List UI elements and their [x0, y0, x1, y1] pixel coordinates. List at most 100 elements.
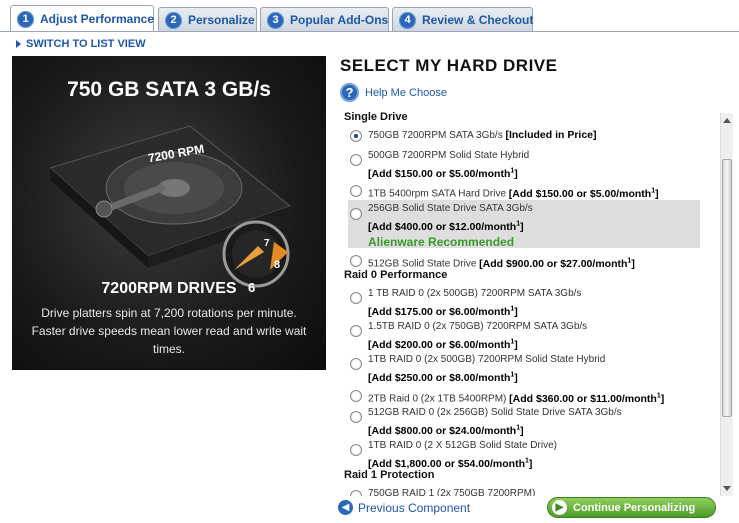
tab-adjust-performance[interactable]: 1 Adjust Performance	[10, 5, 154, 32]
radio-button-selected[interactable]	[350, 130, 362, 142]
price-text: [Add $1,800.00 or $54.00/month	[368, 457, 525, 470]
option-price: [Add $400.00 or $12.00/month1]	[368, 220, 524, 233]
option-name: 500GB 7200RPM Solid State Hybrid	[368, 150, 530, 161]
price-close: ]	[520, 424, 524, 437]
price-close: ]	[660, 392, 665, 405]
radio-button[interactable]	[350, 358, 362, 370]
option-label: 500GB 7200RPM Solid State Hybrid [Add $15…	[368, 148, 700, 182]
tab-divider	[0, 31, 739, 32]
price-text: [Add $250.00 or $8.00/month	[368, 371, 511, 384]
tab-review-checkout[interactable]: 4 Review & Checkout	[392, 7, 533, 32]
option-price: [Add $200.00 or $6.00/month1]	[368, 338, 518, 351]
scrollbar-thumb[interactable]	[722, 159, 732, 417]
step-number-badge: 3	[267, 11, 284, 29]
group-heading-raid-0: Raid 0 Performance	[344, 269, 448, 281]
step-number-badge: 2	[165, 11, 182, 29]
option-750gb-7200rpm[interactable]: 750GB 7200RPM SATA 3Gb/s [Included in Pr…	[348, 128, 700, 144]
price-text: [Add $200.00 or $6.00/month	[368, 338, 511, 351]
price-close: ]	[655, 187, 659, 200]
tab-label: Review & Checkout	[422, 13, 534, 27]
radio-button[interactable]	[350, 490, 362, 496]
option-price: [Add $800.00 or $24.00/month1]	[368, 424, 524, 437]
option-750gb-raid1[interactable]: 750GB RAID 1 (2x 750GB 7200RPM)	[348, 486, 700, 496]
previous-label: Previous Component	[358, 500, 471, 515]
radio-button[interactable]	[350, 154, 362, 166]
option-price: [Add $1,800.00 or $54.00/month1]	[368, 457, 533, 470]
scroll-up-arrow-icon[interactable]	[723, 118, 731, 123]
price-text: [Add $900.00 or $27.00/month	[479, 257, 628, 270]
switch-to-list-view-link[interactable]: SWITCH TO LIST VIEW	[16, 38, 146, 50]
option-1tb-raid0-hybrid[interactable]: 1TB RAID 0 (2x 500GB) 7200RPM Solid Stat…	[348, 352, 700, 384]
option-price: [Included in Price]	[505, 129, 597, 141]
radio-button[interactable]	[350, 411, 362, 423]
option-label: 1TB 5400rpm SATA Hard Drive [Add $150.00…	[368, 183, 700, 202]
help-link-label: Help Me Choose	[365, 86, 447, 99]
step-number-badge: 4	[399, 11, 416, 29]
option-name: 512GB Solid State Drive	[368, 258, 477, 270]
price-close: ]	[514, 338, 518, 351]
option-512gb-ssd[interactable]: 512GB Solid State Drive [Add $900.00 or …	[348, 252, 700, 270]
option-256gb-ssd[interactable]: 256GB Solid State Drive SATA 3Gb/s [Add $…	[348, 200, 700, 249]
radio-button[interactable]	[350, 185, 362, 197]
option-name: 2TB Raid 0 (2x 1TB 5400RPM)	[368, 393, 507, 405]
option-name: 256GB Solid State Drive SATA 3Gb/s	[368, 203, 533, 214]
price-close: ]	[528, 457, 533, 470]
tab-popular-add-ons[interactable]: 3 Popular Add-Ons	[260, 7, 389, 32]
option-512gb-raid0-ssd[interactable]: 512GB RAID 0 (2x 256GB) Solid State Driv…	[348, 405, 700, 437]
option-name: 512GB RAID 0 (2x 256GB) Solid State Driv…	[368, 407, 622, 418]
option-price: [Add $900.00 or $27.00/month1]	[479, 257, 635, 270]
option-1tb-5400rpm[interactable]: 1TB 5400rpm SATA Hard Drive [Add $150.00…	[348, 183, 700, 202]
option-name: 1 TB RAID 0 (2x 500GB) 7200RPM SATA 3Gb/…	[368, 288, 582, 299]
option-label: 2TB Raid 0 (2x 1TB 5400RPM) [Add $360.00…	[368, 388, 700, 407]
option-price: [Add $360.00 or $11.00/month1]	[509, 392, 665, 405]
price-close: ]	[514, 305, 518, 318]
option-label: 750GB 7200RPM SATA 3Gb/s [Included in Pr…	[368, 128, 700, 143]
radio-button[interactable]	[350, 325, 362, 337]
hero-subtitle: 7200RPM DRIVES	[101, 280, 237, 297]
price-text: [Add $175.00 or $6.00/month	[368, 305, 511, 318]
radio-button[interactable]	[350, 208, 362, 220]
price-text: [Add $800.00 or $24.00/month	[368, 424, 517, 437]
switch-link-label: SWITCH TO LIST VIEW	[26, 38, 146, 50]
option-label: 1TB RAID 0 (2 X 512GB Solid State Drive)…	[368, 438, 700, 472]
recommended-label: Alienware Recommended	[368, 234, 515, 249]
price-close: ]	[520, 220, 524, 233]
continue-label: Continue Personalizing	[573, 501, 696, 514]
option-label: 512GB RAID 0 (2x 256GB) Solid State Driv…	[368, 405, 700, 439]
option-1tb-raid0-ssd[interactable]: 1TB RAID 0 (2 X 512GB Solid State Drive)…	[348, 438, 700, 470]
option-1tb-raid0[interactable]: 1 TB RAID 0 (2x 500GB) 7200RPM SATA 3Gb/…	[348, 286, 700, 318]
tab-bar: 1 Adjust Performance 2 Personalize 3 Pop…	[0, 0, 739, 33]
continue-personalizing-button[interactable]: ▶ Continue Personalizing	[547, 497, 716, 518]
radio-button[interactable]	[350, 292, 362, 304]
section-title: SELECT MY HARD DRIVE	[340, 56, 558, 75]
option-label: 1 TB RAID 0 (2x 500GB) 7200RPM SATA 3Gb/…	[368, 286, 700, 320]
option-label: 1TB RAID 0 (2x 500GB) 7200RPM Solid Stat…	[368, 352, 700, 386]
radio-button[interactable]	[350, 444, 362, 456]
dial-number: 7	[264, 238, 270, 249]
previous-component-link[interactable]: ◀ Previous Component	[338, 500, 470, 515]
arrow-left-icon: ◀	[338, 500, 353, 515]
hard-drive-hero-image: 7 8 6 7200 RPM 750 GB SATA 3 GB/s 7200RP…	[12, 56, 326, 370]
radio-button[interactable]	[350, 390, 362, 402]
hero-title: 750 GB SATA 3 GB/s	[67, 78, 271, 101]
option-1-5tb-raid0[interactable]: 1.5TB RAID 0 (2x 750GB) 7200RPM SATA 3Gb…	[348, 319, 700, 351]
scroll-down-arrow-icon[interactable]	[723, 486, 731, 491]
tab-label: Popular Add-Ons	[290, 13, 389, 27]
option-price: [Add $250.00 or $8.00/month1]	[368, 371, 518, 384]
tab-label: Personalize	[188, 13, 255, 27]
hard-drive-options-list[interactable]: Single Drive 750GB 7200RPM SATA 3Gb/s [I…	[340, 111, 723, 496]
option-2tb-raid0[interactable]: 2TB Raid 0 (2x 1TB 5400RPM) [Add $360.00…	[348, 387, 700, 405]
option-label: 1.5TB RAID 0 (2x 750GB) 7200RPM SATA 3Gb…	[368, 319, 700, 353]
dial-number: 8	[274, 259, 280, 271]
option-500gb-hybrid[interactable]: 500GB 7200RPM Solid State Hybrid [Add $15…	[348, 148, 700, 180]
help-icon: ?	[340, 83, 359, 102]
help-me-choose-link[interactable]: ? Help Me Choose	[340, 83, 447, 102]
list-scrollbar[interactable]	[720, 113, 733, 496]
tab-personalize[interactable]: 2 Personalize	[158, 7, 257, 32]
option-price: [Add $150.00 or $5.00/month1]	[368, 167, 518, 180]
option-price: [Add $175.00 or $6.00/month1]	[368, 305, 518, 318]
tab-label: Adjust Performance	[40, 12, 155, 26]
radio-button[interactable]	[350, 255, 362, 267]
arrow-right-icon: ▶	[552, 500, 567, 515]
option-label: 750GB RAID 1 (2x 750GB 7200RPM)	[368, 486, 700, 496]
